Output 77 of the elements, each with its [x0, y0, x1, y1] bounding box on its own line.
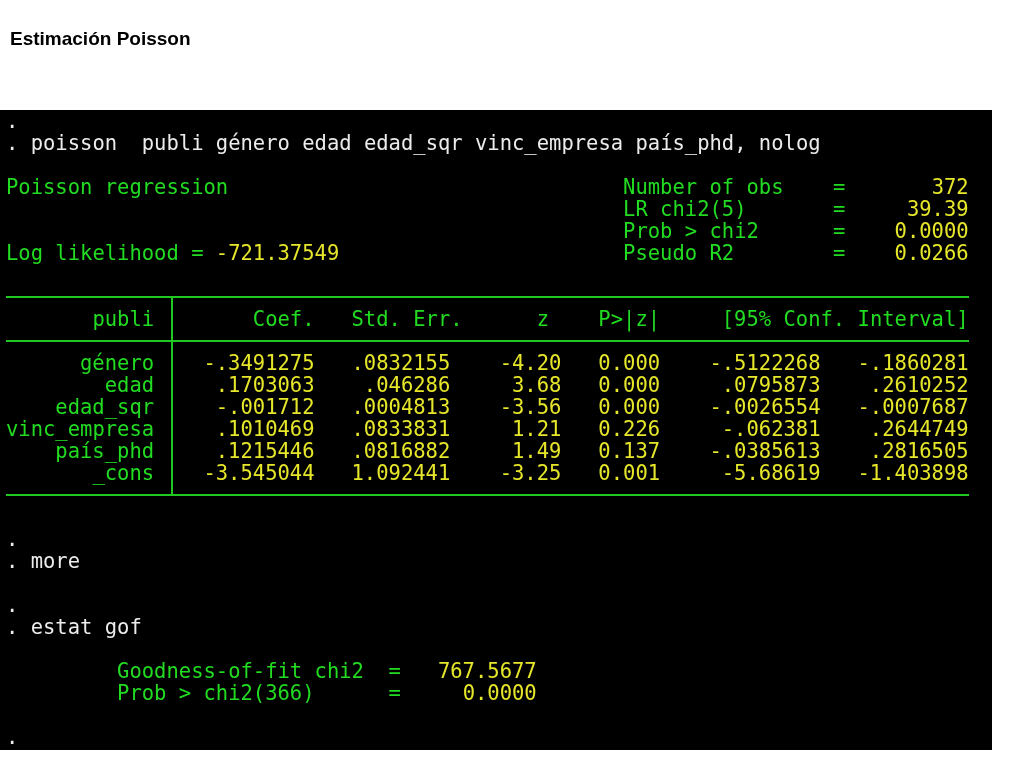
stat-value: 0.0000 — [893, 220, 969, 242]
table-cell-text: -.001712 — [214, 396, 315, 418]
table-cell-text: .1703063 — [214, 374, 315, 396]
equals-sign: = — [388, 682, 401, 704]
stat-label: Pseudo R2 — [623, 242, 736, 264]
table-cell-text: .1215446 — [214, 440, 315, 462]
table-cell-text: .1010469 — [214, 418, 315, 440]
table-cell-text: -3.545044 — [202, 462, 315, 484]
command-line: . — [6, 594, 20, 616]
column-header: [95% Conf. Interval] — [720, 308, 969, 330]
table-cell-text: 0.000 — [597, 352, 661, 374]
table-cell-text: 0.000 — [597, 374, 661, 396]
table-cell-text: .046286 — [362, 374, 451, 396]
table-cell-text: 0.226 — [597, 418, 661, 440]
table-cell-text: .0816882 — [350, 440, 451, 462]
table-cell-text: .2644749 — [868, 418, 969, 440]
command-line: . — [6, 110, 20, 132]
stat-value: 767.5677 — [436, 660, 537, 682]
command-line: . poisson publi género edad edad_sqr vinc_empresa país_phd, nolog — [6, 132, 822, 154]
loglik-value: -721.37549 — [215, 242, 340, 264]
table-cell-text: 0.000 — [597, 396, 661, 418]
row-label: edad — [104, 374, 155, 396]
table-cell-text: -.5122268 — [708, 352, 821, 374]
table-cell-text: 1.49 — [510, 440, 562, 462]
loglik-label: Log likelihood = — [6, 242, 204, 264]
table-cell-text: -.0007687 — [856, 396, 969, 418]
table-cell-text: .2816505 — [868, 440, 969, 462]
equals-sign: = — [388, 660, 401, 682]
command-line: . estat gof — [6, 616, 143, 638]
stat-label: LR chi2(5) — [623, 198, 748, 220]
table-cell-text: .0795873 — [720, 374, 821, 396]
table-cell-text: 0.001 — [597, 462, 661, 484]
table-cell-text: -.062381 — [720, 418, 821, 440]
row-label: edad_sqr — [54, 396, 155, 418]
stat-label: Goodness-of-fit chi2 — [117, 660, 365, 682]
slide-title: Estimación Poisson — [9, 27, 191, 51]
table-cell-text: -5.68619 — [720, 462, 821, 484]
table-cell-text: -.3491275 — [202, 352, 315, 374]
table-cell-text: 0.137 — [597, 440, 661, 462]
output-heading: Poisson regression — [6, 176, 230, 198]
table-cell-text: -4.20 — [498, 352, 562, 374]
stat-value: 0.0000 — [461, 682, 537, 704]
command-line: . — [6, 726, 20, 748]
stat-value: 0.0266 — [893, 242, 969, 264]
equals-sign: = — [832, 242, 846, 264]
table-cell-text: -3.25 — [498, 462, 562, 484]
equals-sign: = — [832, 198, 846, 220]
table-cell-text: -1.403898 — [856, 462, 969, 484]
stat-label: Number of obs — [623, 176, 785, 198]
table-cell-text: -.0026554 — [708, 396, 821, 418]
equals-sign: = — [832, 220, 846, 242]
column-header: Coef. — [251, 308, 315, 330]
table-cell-text: 3.68 — [510, 374, 562, 396]
stat-label: Prob > chi2(366) — [117, 682, 316, 704]
table-cell-text: -3.56 — [498, 396, 562, 418]
table-cell-text: .0004813 — [350, 396, 451, 418]
column-header: z — [535, 308, 549, 330]
table-cell-text: .0832155 — [350, 352, 451, 374]
row-label: género — [79, 352, 155, 374]
stat-label: Prob > chi2 — [623, 220, 760, 242]
table-cell-text: -.0385613 — [708, 440, 821, 462]
command-line: . more — [6, 550, 82, 572]
row-label: vinc_empresa — [6, 418, 155, 440]
row-label: _cons — [92, 462, 155, 484]
stat-value: 372 — [930, 176, 969, 198]
table-cell-text: .0833831 — [350, 418, 451, 440]
table-cell-text: 1.092441 — [350, 462, 451, 484]
table-cell-text: -.1860281 — [856, 352, 969, 374]
row-label: país_phd — [55, 440, 155, 462]
table-cell-text: .2610252 — [868, 374, 969, 396]
stat-value: 39.39 — [905, 198, 969, 220]
column-header: Std. Err. — [350, 308, 463, 330]
column-header: P>|z| — [597, 308, 661, 330]
column-header: publi — [91, 308, 155, 330]
table-cell-text: 1.21 — [510, 418, 562, 440]
equals-sign: = — [832, 176, 846, 198]
command-line: . — [6, 528, 20, 550]
